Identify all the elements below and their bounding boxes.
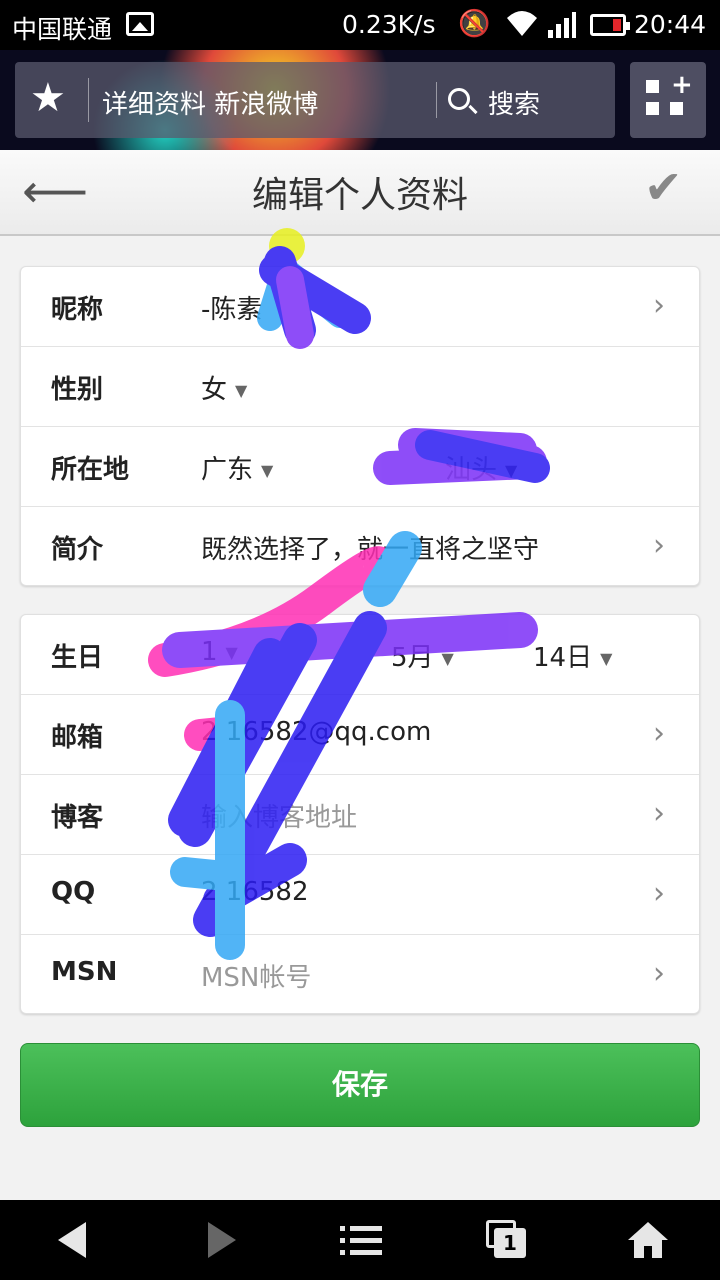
bookmark-star-icon[interactable]: ★ [30, 78, 66, 118]
dropdown-caret-icon: ▼ [600, 649, 613, 668]
dropdown-caret-icon: ▼ [505, 461, 518, 480]
birthday-year-select[interactable]: 1 ▼ [201, 637, 238, 667]
image-notification-icon [126, 12, 154, 36]
blog-row[interactable]: 博客 输入博客地址 › [21, 775, 699, 855]
birthday-month-select[interactable]: 5月 ▼ [391, 637, 454, 674]
status-bar: 中国联通 0.23K/s 🔕 20:44 [0, 0, 720, 50]
nav-forward-icon[interactable] [208, 1222, 236, 1258]
nickname-row[interactable]: 昵称 -陈素 › [21, 267, 699, 347]
gender-select[interactable]: 女 ▼ [201, 369, 247, 406]
carrier-name: 中国联通 [12, 15, 113, 44]
dropdown-caret-icon: ▼ [261, 461, 274, 480]
birthday-day-select[interactable]: 14日 ▼ [533, 637, 612, 674]
page-header: ⟵ 编辑个人资料 ✔ [0, 150, 720, 236]
blog-label: 博客 [51, 803, 104, 833]
chevron-right-icon: › [653, 876, 665, 911]
network-speed: 0.23K/s [342, 10, 436, 39]
clock: 20:44 [634, 10, 707, 39]
tabs-icon[interactable]: 1 [486, 1220, 528, 1260]
chevron-right-icon: › [653, 796, 665, 831]
mute-icon: 🔕 [458, 9, 491, 39]
msn-row[interactable]: MSN MSN帐号 › [21, 935, 699, 1015]
browser-nav-bar: 1 [0, 1200, 720, 1280]
apps-grid-button[interactable]: + [630, 62, 706, 138]
add-icon: + [671, 70, 693, 100]
location-row[interactable]: 所在地 广东 ▼ 汕头 ▼ [21, 427, 699, 507]
qq-row[interactable]: QQ 2 16582 › [21, 855, 699, 935]
bio-row[interactable]: 简介 既然选择了，就一直将之坚守 › [21, 507, 699, 587]
qq-value[interactable]: 2 16582 [201, 877, 309, 907]
location-label: 所在地 [51, 455, 130, 485]
confirm-check-icon[interactable]: ✔ [644, 164, 683, 210]
email-row[interactable]: 邮箱 2 16582@qq.com › [21, 695, 699, 775]
home-icon[interactable] [628, 1222, 668, 1258]
bio-value[interactable]: 既然选择了，就一直将之坚守 [201, 529, 539, 566]
dropdown-caret-icon: ▼ [441, 649, 454, 668]
menu-icon[interactable] [340, 1224, 382, 1258]
contact-card: 生日 1 ▼ 5月 ▼ 14日 ▼ 邮箱 2 16582@qq.com › 博客 输入… [20, 614, 700, 1014]
dropdown-caret-icon: ▼ [235, 381, 248, 400]
browser-toolbar: ★ 详细资料 新浪微博 搜索 + [0, 50, 720, 150]
dropdown-caret-icon: ▼ [225, 643, 238, 662]
birthday-label: 生日 [51, 643, 104, 673]
blog-input[interactable]: 输入博客地址 [201, 797, 357, 834]
page-url-title[interactable]: 详细资料 新浪微博 [102, 84, 318, 121]
gender-row[interactable]: 性别 女 ▼ [21, 347, 699, 427]
chevron-right-icon: › [653, 716, 665, 751]
signal-icon [548, 12, 576, 38]
search-button-label[interactable]: 搜索 [488, 84, 540, 121]
profile-card: 昵称 -陈素 › 性别 女 ▼ 所在地 广东 ▼ 汕头 ▼ 简介 既然选择了，就一直将… [20, 266, 700, 586]
battery-icon [590, 14, 630, 36]
birthday-row[interactable]: 生日 1 ▼ 5月 ▼ 14日 ▼ [21, 615, 699, 695]
city-select[interactable]: 汕头 ▼ [445, 449, 517, 486]
email-value[interactable]: 2 16582@qq.com [201, 717, 431, 747]
bio-label: 简介 [51, 535, 104, 565]
nickname-value[interactable]: -陈素 [201, 289, 262, 326]
wifi-icon [507, 11, 537, 36]
search-icon[interactable] [448, 88, 470, 110]
chevron-right-icon: › [653, 528, 665, 563]
nickname-label: 昵称 [51, 295, 104, 325]
msn-input[interactable]: MSN帐号 [201, 957, 311, 994]
province-select[interactable]: 广东 ▼ [201, 449, 273, 486]
gender-label: 性别 [51, 375, 104, 405]
save-button[interactable]: 保存 [20, 1043, 700, 1127]
email-label: 邮箱 [51, 723, 104, 753]
nav-back-icon[interactable] [58, 1222, 86, 1258]
msn-label: MSN [51, 957, 118, 987]
chevron-right-icon: › [653, 956, 665, 991]
chevron-right-icon: › [653, 288, 665, 323]
page-title: 编辑个人资料 [251, 175, 468, 216]
qq-label: QQ [51, 877, 96, 907]
